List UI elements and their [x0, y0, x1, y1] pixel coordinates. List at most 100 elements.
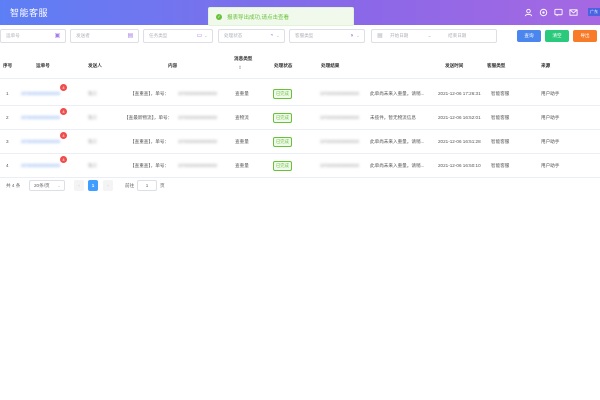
date-end-placeholder[interactable]: 结束日期: [448, 33, 466, 39]
task-type-placeholder: 任务类型: [149, 33, 168, 38]
date-range-separator: ~: [428, 33, 431, 39]
sender-placeholder: 发送者: [76, 33, 90, 38]
send-time: 2021-12-06 17:26:31: [438, 91, 481, 96]
chevron-down-icon: ⌄: [57, 182, 61, 188]
headset-icon[interactable]: [539, 8, 548, 17]
reset-button[interactable]: 清空: [545, 30, 569, 42]
next-page-button[interactable]: ›: [103, 180, 113, 191]
result-text: 此单尚未来入重量。请稍...: [370, 163, 425, 168]
sender-name: 张三: [88, 139, 98, 144]
status-badge: 已完成: [273, 137, 292, 147]
result-text: 未揽件。暂无物流信息: [370, 115, 416, 120]
chevron-down-icon: ⌄: [275, 33, 280, 39]
page-1-button[interactable]: 1: [88, 180, 98, 191]
sender-input[interactable]: 发送者 ▤: [70, 29, 139, 43]
export-button[interactable]: 导出: [573, 30, 597, 42]
row-index: 4: [6, 163, 9, 168]
send-time: 2021-12-06 16:51:28: [438, 139, 481, 144]
waybill-link[interactable]: SF0000000000000: [21, 115, 60, 120]
content-code: SF0000000000000: [178, 163, 218, 168]
page-size-select[interactable]: 20条/页 ⌄: [29, 180, 65, 191]
content-prefix: 【查重查】，单号：: [130, 139, 170, 144]
waybill-badge: 4: [60, 108, 67, 115]
pagination: 共 4 条 20条/页 ⌄ ‹ 1 › 前往 1 页: [0, 180, 300, 192]
task-type-icon: ▭: [196, 33, 203, 39]
service-type-placeholder: 客服类型: [295, 33, 314, 38]
col-message-type: 消息类型: [234, 56, 253, 61]
content-prefix: 【查最新物流】，单号：: [124, 115, 173, 120]
send-time: 2021-12-06 16:50:10: [438, 163, 481, 168]
content-prefix: 【查重查】，单号：: [130, 163, 170, 168]
sender-name: 张三: [88, 115, 98, 120]
col-index: 序号: [3, 63, 13, 68]
sort-icon[interactable]: ⇕: [238, 65, 242, 71]
service-type-select[interactable]: 客服类型 ◑ ⌄: [289, 29, 365, 43]
service-type: 智能客服: [491, 139, 510, 144]
col-send-time: 发送时间: [445, 63, 464, 68]
col-sender: 发送人: [88, 63, 102, 68]
waybill-input[interactable]: 运单号 ▣: [0, 29, 66, 43]
user-icon[interactable]: [524, 8, 533, 17]
table-row[interactable]: 2 SF0000000000000 4 张三 【查最新物流】，单号： SF00000000…: [0, 106, 600, 130]
header-icons: [524, 8, 578, 17]
table-row[interactable]: 4 SF0000000000000 4 张三 【查重查】，单号： SF0000000000…: [0, 154, 600, 178]
message-icon[interactable]: [554, 8, 563, 17]
content-code: SF0000000000000: [178, 115, 218, 120]
message-type: 查重量: [235, 163, 249, 168]
result-text: 此单尚未来入重量。请稍...: [370, 91, 425, 96]
user-card-icon: ▤: [127, 33, 134, 39]
check-circle-icon: ✓: [216, 13, 222, 20]
date-range-picker[interactable]: ▦ 开始日期 ~ 结束日期: [371, 29, 497, 43]
goto-prefix: 前往: [125, 183, 135, 188]
result-code: SF0000000000000: [320, 115, 360, 120]
message-type: 查重量: [235, 139, 249, 144]
filter-bar: 运单号 ▣ 发送者 ▤ 任务类型 ▭ ⌄ 处理状态 ◔ ⌄ 客服类型 ◑ ⌄ ▦…: [0, 29, 600, 45]
sender-name: 张三: [88, 163, 98, 168]
source: 用户助手: [541, 91, 560, 96]
message-type: 查物流: [235, 115, 249, 120]
status-badge: 已完成: [273, 89, 292, 99]
col-process-result: 处理结果: [321, 63, 340, 68]
date-start-placeholder[interactable]: 开始日期: [390, 33, 408, 39]
result-code: SF0000000000000: [320, 163, 360, 168]
page-size-value: 20条/页: [34, 182, 50, 188]
process-status-placeholder: 处理状态: [224, 33, 243, 38]
col-process-status: 处理状态: [274, 63, 293, 68]
row-index: 2: [6, 115, 9, 120]
chevron-down-icon: ⌄: [203, 33, 208, 39]
row-index: 3: [6, 139, 9, 144]
prev-page-button[interactable]: ‹: [74, 180, 84, 191]
scan-icon: ▣: [54, 33, 61, 39]
waybill-link[interactable]: SF0000000000000: [21, 91, 60, 96]
waybill-placeholder: 运单号: [6, 33, 20, 38]
result-code: SF0000000000000: [320, 91, 360, 96]
result-code: SF0000000000000: [320, 139, 360, 144]
status-badge: 已完成: [273, 161, 292, 171]
table-row[interactable]: 1 SF0000000000000 4 张三 【查重查】，单号： SF0000000000…: [0, 82, 600, 106]
waybill-link[interactable]: SF0000000000000: [21, 139, 60, 144]
status-icon: ◔: [269, 33, 274, 39]
toast-message[interactable]: 报表导出成功,请点击查看: [227, 13, 289, 21]
content-code: SF0000000000000: [178, 139, 218, 144]
table-row[interactable]: 3 SF0000000000000 4 张三 【查重查】，单号： SF0000000000…: [0, 130, 600, 154]
chevron-down-icon: ⌄: [355, 33, 360, 39]
calendar-icon: ▦: [377, 33, 383, 39]
app-title: 智能客服: [10, 8, 49, 18]
service-type-icon: ◑: [349, 33, 354, 39]
region-badge[interactable]: 广东: [588, 8, 600, 16]
send-time: 2021-12-06 16:52:01: [438, 115, 481, 120]
waybill-link[interactable]: SF0000000000000: [21, 163, 60, 168]
source: 用户助手: [541, 139, 560, 144]
goto-suffix: 页: [160, 183, 165, 188]
mail-icon[interactable]: [569, 8, 578, 17]
search-button[interactable]: 查询: [517, 30, 541, 42]
process-status-select[interactable]: 处理状态 ◔ ⌄: [218, 29, 285, 43]
table-header: 序号 运单号 发送人 内容 消息类型 ⇕ 处理状态 处理结果 发送时间 客服类型…: [0, 53, 600, 79]
total-count: 共 4 条: [6, 183, 21, 188]
task-type-select[interactable]: 任务类型 ▭ ⌄: [143, 29, 213, 43]
col-waybill: 运单号: [36, 63, 50, 68]
waybill-badge: 4: [60, 156, 67, 163]
service-type: 智能客服: [491, 115, 510, 120]
goto-page-input[interactable]: 1: [137, 180, 157, 191]
waybill-badge: 4: [60, 84, 67, 91]
